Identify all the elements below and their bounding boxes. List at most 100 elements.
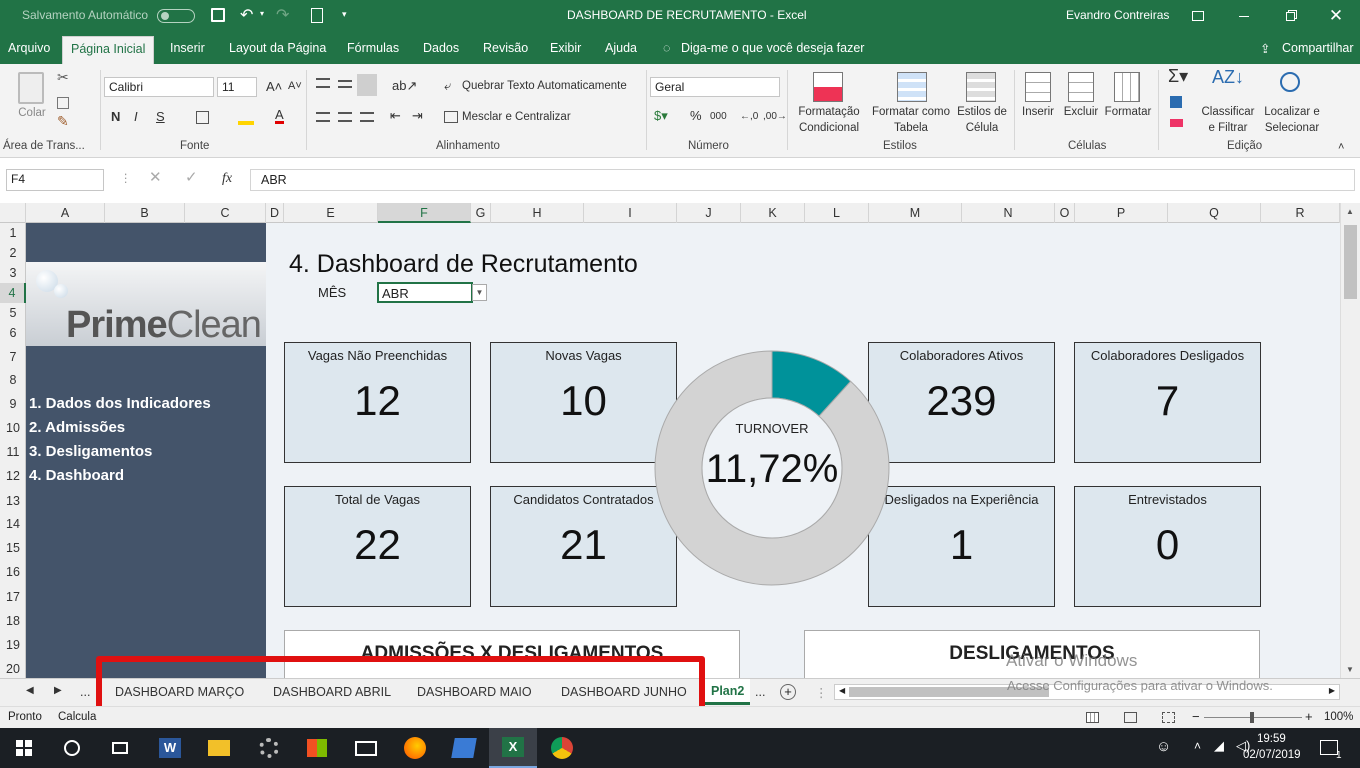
tab-arquivo[interactable]: Arquivo <box>8 41 50 55</box>
col-header[interactable]: E <box>284 203 378 223</box>
cell-styles-icon[interactable] <box>966 72 996 102</box>
sort-filter-line2[interactable]: e Filtrar <box>1198 121 1258 136</box>
col-header[interactable]: H <box>491 203 584 223</box>
cancel-icon[interactable]: ✕ <box>149 170 162 185</box>
prev-sheet-icon[interactable]: ◀ <box>26 685 34 696</box>
tab-ajuda[interactable]: Ajuda <box>605 41 637 55</box>
chrome-icon[interactable] <box>538 728 586 768</box>
col-header[interactable]: K <box>741 203 805 223</box>
dropdown-arrow-icon[interactable]: ▼ <box>472 284 487 301</box>
row-header[interactable]: 13 <box>0 494 26 508</box>
print-preview-icon[interactable] <box>311 8 323 23</box>
scroll-left-icon[interactable]: ◀ <box>839 686 845 695</box>
borders-icon[interactable] <box>196 111 209 124</box>
select-all-corner[interactable] <box>0 203 26 223</box>
tab-revisao[interactable]: Revisão <box>483 41 528 55</box>
name-box[interactable]: F4 <box>6 169 104 191</box>
scroll-down-icon[interactable]: ▼ <box>1346 665 1354 674</box>
number-format-select[interactable]: Geral <box>650 77 780 97</box>
row-header[interactable]: 3 <box>0 266 26 280</box>
row-header[interactable]: 9 <box>0 397 26 411</box>
nav-link-dashboard[interactable]: 4. Dashboard <box>29 467 124 484</box>
zoom-slider-thumb[interactable] <box>1250 712 1254 723</box>
close-button[interactable]: ✕ <box>1313 0 1359 32</box>
find-select-line2[interactable]: Selecionar <box>1258 121 1326 136</box>
scroll-thumb[interactable] <box>1344 225 1357 299</box>
align-left-icon[interactable] <box>316 112 330 122</box>
tab-exibir[interactable]: Exibir <box>550 41 581 55</box>
format-painter-icon[interactable]: ✎ <box>57 114 69 129</box>
undo-icon[interactable]: ↶ <box>240 5 253 25</box>
sheets-more-left[interactable]: ... <box>80 685 90 699</box>
row-header[interactable]: 15 <box>0 541 26 555</box>
row-header[interactable]: 1 <box>0 226 26 240</box>
cell-styles-line2[interactable]: Célula <box>953 121 1011 136</box>
row-header[interactable]: 12 <box>0 469 26 483</box>
restore-button[interactable] <box>1267 0 1313 32</box>
font-color-icon[interactable]: A <box>275 108 284 124</box>
tab-dados[interactable]: Dados <box>423 41 459 55</box>
col-header[interactable]: D <box>266 203 284 223</box>
sheet-tab-plan2[interactable]: Plan2 <box>704 679 750 705</box>
customize-toolbar-icon[interactable]: ▾ <box>342 9 347 20</box>
next-sheet-icon[interactable]: ▶ <box>54 685 62 696</box>
word-app-icon[interactable]: W <box>146 728 194 768</box>
col-header[interactable]: J <box>677 203 741 223</box>
col-header[interactable]: Q <box>1168 203 1261 223</box>
file-explorer-icon[interactable] <box>195 728 243 768</box>
format-table-line2[interactable]: Tabela <box>866 121 956 136</box>
normal-view-icon[interactable] <box>1086 712 1099 723</box>
decrease-font-icon[interactable]: A˅ <box>288 79 302 94</box>
row-header[interactable]: 11 <box>0 445 26 459</box>
fill-color-icon[interactable] <box>238 109 254 125</box>
row-header[interactable]: 18 <box>0 614 26 628</box>
scroll-right-icon[interactable]: ▶ <box>1329 686 1335 695</box>
row-header[interactable]: 16 <box>0 565 26 579</box>
decrease-indent-icon[interactable]: ⇤ <box>390 108 401 123</box>
align-middle-icon[interactable] <box>338 80 352 88</box>
bold-button[interactable]: N <box>111 109 120 124</box>
row-header[interactable]: 20 <box>0 662 26 676</box>
firefox-icon[interactable] <box>391 728 439 768</box>
tab-formulas[interactable]: Fórmulas <box>347 41 399 55</box>
row-header[interactable]: 14 <box>0 517 26 531</box>
tab-layout[interactable]: Layout da Página <box>229 41 326 55</box>
row-header[interactable]: 7 <box>0 350 26 364</box>
find-select-icon[interactable] <box>1280 72 1300 92</box>
formula-input[interactable]: ABR <box>250 169 1355 191</box>
cortana-search-icon[interactable] <box>48 728 96 768</box>
col-header[interactable]: A <box>26 203 105 223</box>
undo-dropdown-icon[interactable]: ▾ <box>260 9 264 18</box>
col-header[interactable]: R <box>1261 203 1340 223</box>
col-header[interactable]: I <box>584 203 677 223</box>
excel-app-icon[interactable]: X <box>489 728 537 768</box>
nav-link-admissoes[interactable]: 2. Admissões <box>29 419 125 436</box>
nav-link-indicadores[interactable]: 1. Dados dos Indicadores <box>29 395 211 412</box>
tabs-split-icon[interactable]: ⋮ <box>815 685 828 700</box>
collapse-ribbon-icon[interactable]: ˄ <box>1338 140 1344 155</box>
sort-filter-icon[interactable]: AZ↓ <box>1212 68 1244 86</box>
col-header[interactable]: N <box>962 203 1055 223</box>
zoom-in-icon[interactable]: + <box>1305 709 1313 724</box>
tell-me-search[interactable]: Diga-me o que você deseja fazer <box>681 41 864 55</box>
scroll-up-icon[interactable]: ▲ <box>1346 207 1354 216</box>
cell-styles-line1[interactable]: Estilos de <box>953 105 1011 120</box>
format-table-line1[interactable]: Formatar como <box>866 105 956 120</box>
page-break-icon[interactable] <box>1162 712 1175 723</box>
col-header[interactable]: O <box>1055 203 1075 223</box>
col-header[interactable]: P <box>1075 203 1168 223</box>
paste-icon[interactable] <box>18 72 44 104</box>
nav-link-desligamentos[interactable]: 3. Desligamentos <box>29 443 152 460</box>
page-layout-icon[interactable] <box>1124 712 1137 723</box>
enter-icon[interactable]: ✓ <box>185 170 198 185</box>
wrap-text-button[interactable]: Quebrar Texto Automaticamente <box>462 79 627 94</box>
decrease-decimal-icon[interactable]: ,00→ <box>763 109 787 124</box>
row-header[interactable]: 19 <box>0 638 26 652</box>
mail-icon[interactable] <box>342 728 390 768</box>
save-icon[interactable] <box>211 8 225 22</box>
conditional-format-line2[interactable]: Condicional <box>790 121 868 136</box>
clear-icon[interactable] <box>1170 119 1183 127</box>
cut-icon[interactable]: ✂ <box>57 70 69 85</box>
currency-icon[interactable]: $▾ <box>654 108 668 123</box>
thousands-button[interactable]: 000 <box>710 109 727 124</box>
